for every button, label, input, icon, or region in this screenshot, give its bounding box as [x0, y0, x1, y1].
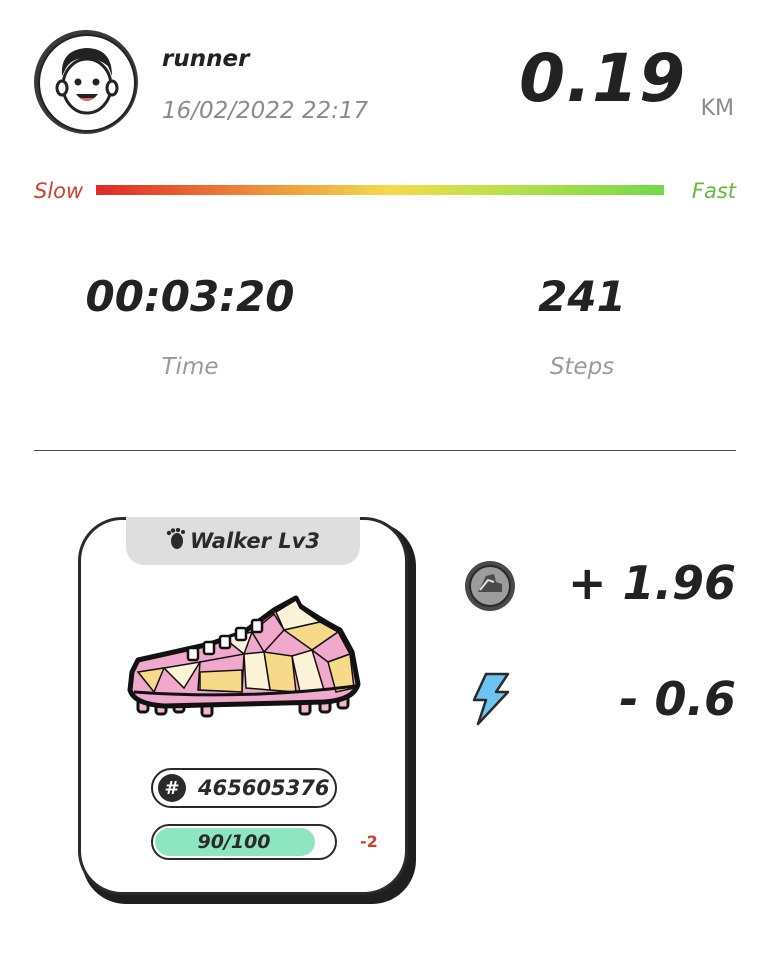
gst-reward-value: + 1.96 [567, 556, 736, 610]
hash-icon: # [158, 774, 186, 802]
footprint-icon [166, 527, 186, 554]
time-label: Time [161, 354, 219, 380]
energy-bolt-icon [470, 672, 512, 730]
speed-slow-label: Slow [34, 179, 84, 203]
shoe-id-pill: # 465605376 [151, 768, 337, 808]
speed-gradient-bar [96, 185, 664, 195]
shoe-type-tab: Walker Lv3 [126, 517, 360, 565]
durability-bar: 90/100 [151, 824, 337, 860]
distance-unit: KM [700, 96, 734, 121]
run-summary-screen: runner 16/02/2022 22:17 0.19 KM Slow Fas… [0, 0, 776, 956]
time-value: 00:03:20 [85, 272, 295, 321]
steps-label: Steps [549, 354, 615, 380]
steps-value: 241 [538, 272, 626, 321]
run-datetime: 16/02/2022 22:17 [162, 98, 369, 124]
avatar [34, 30, 138, 134]
sneaker-image [124, 592, 364, 724]
user-name: runner [162, 46, 250, 72]
energy-change-value: - 0.6 [619, 672, 736, 726]
distance-value: 0.19 [519, 40, 686, 117]
durability-text: 90/100 [197, 831, 271, 853]
durability-change: -2 [360, 832, 378, 851]
cartoon-face-avatar-icon [38, 34, 136, 132]
section-divider [34, 450, 736, 451]
shoe-id: 465605376 [198, 776, 330, 800]
speed-fast-label: Fast [691, 179, 736, 203]
gst-coin-icon [464, 560, 516, 616]
shoe-type-label: Walker Lv3 [190, 529, 320, 553]
